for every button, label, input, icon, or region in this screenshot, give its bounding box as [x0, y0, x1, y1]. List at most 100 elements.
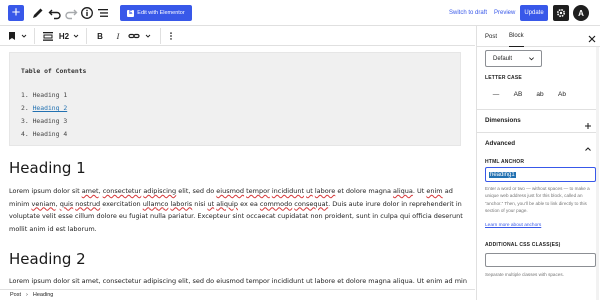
align-button[interactable]	[42, 29, 54, 43]
italic-icon: I	[116, 31, 120, 41]
edit-with-elementor-button[interactable]: E Edit with Elementor	[120, 5, 192, 21]
toc-item-number: 2.	[21, 104, 29, 112]
advanced-panel-button[interactable]	[584, 140, 592, 151]
toc-item-link[interactable]: Heading 3	[33, 117, 68, 125]
paragraph-block[interactable]: Lorem ipsum dolor sit amet, consectetur …	[9, 185, 467, 235]
misspelled-word: ut	[306, 187, 313, 195]
letter-case-none-button[interactable]: —	[485, 91, 507, 98]
toc-title: Table of Contents	[21, 67, 87, 75]
misspelled-word: veniam	[31, 199, 56, 208]
settings-sidebar: Post Block Default LETTER CASE — AB ab A…	[476, 26, 600, 300]
letter-case-uppercase-button[interactable]: AB	[507, 91, 529, 98]
list-view-icon	[98, 9, 108, 17]
paragraph-block[interactable]: Lorem ipsum dolor sit amet, consectetur …	[9, 275, 467, 288]
heading-level-button[interactable]: H2	[58, 29, 70, 43]
undo-button[interactable]	[48, 6, 62, 20]
add-block-button[interactable]: +	[8, 5, 24, 21]
html-anchor-input[interactable]: heading1	[485, 167, 596, 182]
panel-divider	[477, 109, 596, 110]
tab-post[interactable]: Post	[485, 26, 497, 47]
toolbar-divider	[86, 28, 87, 44]
table-of-contents-block[interactable]: Table of Contents 1. Heading 1 2. Headin…	[9, 52, 461, 146]
letter-case-lowercase-button[interactable]: ab	[529, 91, 551, 98]
sidebar-scrollbar[interactable]	[596, 47, 599, 300]
html-anchor-value: heading1	[489, 171, 516, 178]
tab-block[interactable]: Block	[509, 26, 524, 47]
html-anchor-label: HTML ANCHOR	[485, 159, 525, 165]
close-sidebar-button[interactable]	[587, 31, 597, 43]
italic-button[interactable]: I	[112, 29, 124, 43]
misspelled-word: amet	[81, 187, 99, 195]
close-icon	[588, 35, 596, 43]
switch-to-draft-button[interactable]: Switch to draft	[449, 7, 487, 19]
misspelled-word: enim	[426, 187, 443, 195]
list-view-button[interactable]	[96, 6, 110, 20]
astra-settings-button[interactable]: A	[573, 5, 589, 21]
bold-button[interactable]: B	[94, 29, 106, 43]
more-vertical-icon	[170, 32, 172, 40]
redo-button[interactable]	[64, 6, 78, 20]
heading-level-dropdown[interactable]	[72, 29, 80, 43]
edit-with-elementor-label: Edit with Elementor	[137, 10, 185, 16]
toolbar-divider	[34, 28, 35, 44]
update-button[interactable]: Update	[520, 5, 548, 21]
toc-item-number: 4.	[21, 130, 29, 138]
redo-icon	[65, 9, 78, 20]
block-style-select[interactable]: Default	[485, 50, 542, 67]
tools-button[interactable]	[31, 6, 45, 20]
link-button[interactable]	[128, 29, 140, 43]
misspelled-word: aliquip	[216, 199, 238, 208]
letter-case-options: — AB ab Ab	[485, 87, 575, 101]
misspelled-word: laboris	[170, 199, 193, 208]
chevron-up-icon	[585, 147, 591, 151]
gear-icon	[556, 8, 566, 18]
paragraph-text: exercitation	[100, 199, 143, 208]
undo-icon	[48, 9, 61, 20]
misspelled-word: nostrud	[75, 199, 101, 208]
misspelled-word: tempor	[246, 187, 270, 195]
plus-icon	[585, 123, 591, 129]
block-options-button[interactable]	[166, 29, 176, 43]
toc-item[interactable]: 3. Heading 3	[21, 117, 67, 125]
toc-item[interactable]: 2. Heading 2	[21, 104, 67, 112]
misspelled-word: labore	[314, 187, 336, 195]
misspelled-word: incididunt	[271, 187, 304, 195]
learn-more-anchors-link[interactable]: Learn more about anchors	[485, 223, 541, 228]
toc-item[interactable]: 4. Heading 4	[21, 130, 67, 138]
editor-canvas: Table of Contents 1. Heading 1 2. Headin…	[0, 47, 475, 289]
css-classes-input[interactable]	[485, 253, 596, 267]
misspelled-word: adipiscing	[143, 187, 177, 195]
details-button[interactable]	[80, 6, 94, 20]
misspelled-word: ullamco	[142, 199, 169, 208]
dimensions-panel-toggle[interactable]: Dimensions	[485, 117, 521, 124]
breadcrumb-item-post[interactable]: Post	[10, 292, 21, 298]
dimensions-panel-button[interactable]	[584, 117, 592, 129]
toc-item-link[interactable]: Heading 4	[33, 130, 68, 138]
toc-item-link[interactable]: Heading 2	[33, 104, 68, 112]
link-icon	[128, 33, 140, 39]
misspelled-word: commodo	[259, 199, 293, 208]
html-anchor-help-text: Enter a word or two — without spaces — t…	[485, 186, 590, 214]
paragraph-text: nisi	[192, 199, 208, 208]
breadcrumb-item-heading[interactable]: Heading	[33, 292, 54, 298]
toc-item-link[interactable]: Heading 1	[33, 91, 68, 99]
heading-1-block[interactable]: Heading 1	[9, 159, 86, 177]
misspelled-word: eiusmod	[216, 187, 245, 195]
more-formatting-dropdown[interactable]	[144, 29, 152, 43]
letter-case-label: LETTER CASE	[485, 75, 522, 81]
move-block-button[interactable]	[20, 29, 28, 43]
chevron-down-icon	[529, 57, 534, 61]
bold-icon: B	[97, 31, 103, 41]
panel-divider	[477, 132, 596, 133]
preview-button[interactable]: Preview	[494, 7, 515, 19]
toc-item[interactable]: 1. Heading 1	[21, 91, 67, 99]
letter-case-capitalize-button[interactable]: Ab	[551, 91, 573, 98]
advanced-panel-toggle[interactable]: Advanced	[485, 140, 515, 147]
block-toolbar: H2 B I	[0, 26, 475, 46]
heading-2-block[interactable]: Heading 2	[9, 250, 86, 268]
breadcrumb-separator: ›	[26, 292, 28, 298]
bookmark-block-button[interactable]	[6, 29, 18, 43]
settings-button[interactable]	[553, 5, 569, 21]
css-classes-label: ADDITIONAL CSS CLASS(ES)	[485, 242, 561, 248]
toc-item-number: 1.	[21, 91, 29, 99]
